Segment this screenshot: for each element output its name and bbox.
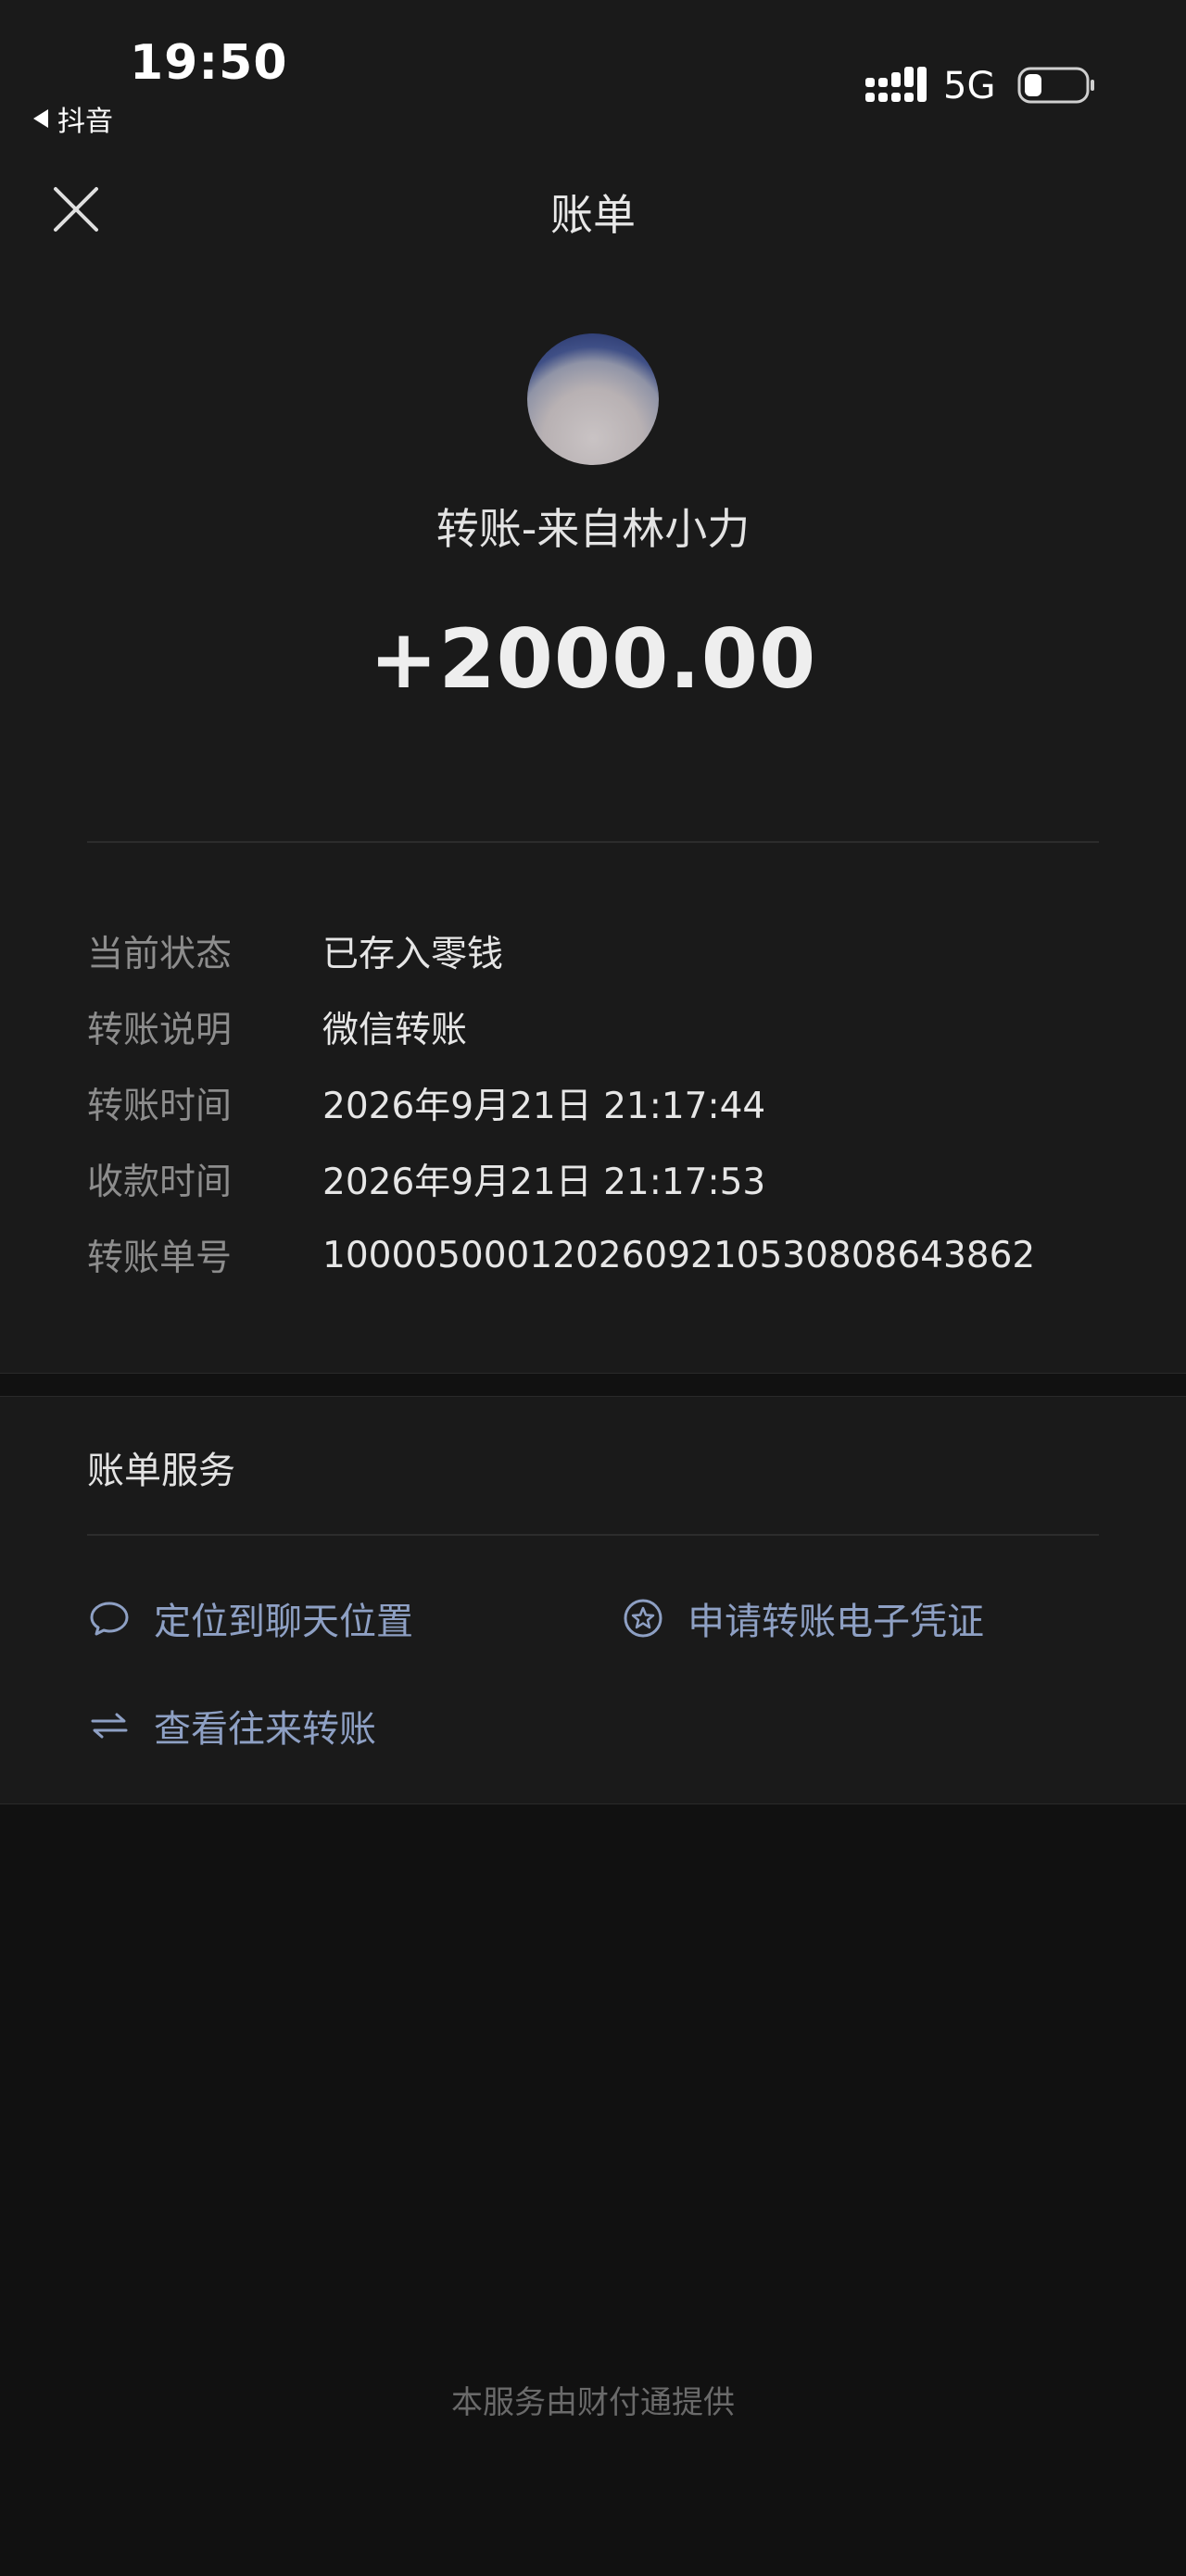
locate-chat-button[interactable]: 定位到聊天位置 bbox=[87, 1591, 413, 1645]
locate-chat-label: 定位到聊天位置 bbox=[154, 1601, 413, 1643]
detail-row-status: 当前状态 已存入零钱 bbox=[87, 913, 1106, 989]
apply-voucher-button[interactable]: 申请转账电子凭证 bbox=[621, 1591, 984, 1645]
chat-bubble-icon bbox=[90, 1602, 129, 1636]
detail-label: 收款时间 bbox=[87, 1162, 233, 1203]
detail-label: 转账时间 bbox=[87, 1086, 233, 1127]
detail-row-transfer-time: 转账时间 2026年9月21日 21:17:44 bbox=[87, 1065, 1106, 1141]
detail-value: 2026年9月21日 21:17:53 bbox=[322, 1162, 766, 1203]
signal-icon bbox=[865, 67, 927, 102]
detail-label: 当前状态 bbox=[87, 934, 233, 975]
page-title: 账单 bbox=[550, 190, 636, 240]
transfer-arrows-icon bbox=[91, 1713, 128, 1739]
bill-page: 19:50 抖音 5G 账单 转账-来自林小力 +2000.00 当前状态 已存… bbox=[0, 0, 1186, 2576]
detail-label: 转账说明 bbox=[87, 1010, 233, 1051]
sender-avatar bbox=[527, 333, 659, 465]
footer-provider-text: 本服务由财付通提供 bbox=[451, 2384, 735, 2421]
detail-value: 已存入零钱 bbox=[322, 934, 504, 975]
network-label: 5G bbox=[943, 65, 996, 107]
back-app-label: 抖音 bbox=[57, 106, 113, 138]
back-triangle-icon bbox=[33, 109, 48, 128]
detail-value: 微信转账 bbox=[322, 1010, 468, 1051]
service-divider bbox=[87, 1534, 1099, 1536]
battery-icon bbox=[1017, 67, 1094, 104]
back-to-app-link[interactable]: 抖音 bbox=[33, 98, 113, 139]
star-badge-icon bbox=[624, 1599, 662, 1638]
transfer-amount: +2000.00 bbox=[369, 611, 817, 707]
section-separator bbox=[0, 1373, 1186, 1397]
apply-voucher-label: 申请转账电子凭证 bbox=[688, 1601, 984, 1643]
view-transfers-button[interactable]: 查看往来转账 bbox=[87, 1699, 376, 1753]
detail-row-receive-time: 收款时间 2026年9月21日 21:17:53 bbox=[87, 1141, 1106, 1217]
detail-row-order-number: 转账单号 1000050001202609210530808643862 bbox=[87, 1217, 1106, 1293]
status-time: 19:50 bbox=[130, 35, 288, 91]
transfer-from-text: 转账-来自林小力 bbox=[435, 504, 751, 554]
summary-divider bbox=[87, 841, 1099, 843]
detail-value: 1000050001202609210530808643862 bbox=[322, 1234, 1036, 1276]
detail-row-description: 转账说明 微信转账 bbox=[87, 989, 1106, 1065]
detail-label: 转账单号 bbox=[87, 1238, 233, 1279]
detail-list: 当前状态 已存入零钱 转账说明 微信转账 转账时间 2026年9月21日 21:… bbox=[87, 913, 1106, 1293]
detail-value: 2026年9月21日 21:17:44 bbox=[322, 1086, 766, 1127]
view-transfers-label: 查看往来转账 bbox=[154, 1708, 376, 1751]
service-section-title: 账单服务 bbox=[87, 1450, 235, 1492]
